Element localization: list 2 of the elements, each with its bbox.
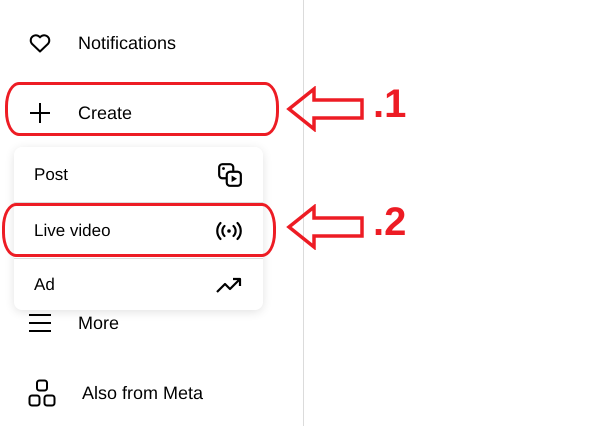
step-label: .2 <box>373 200 406 245</box>
step-label: .1 <box>373 82 406 127</box>
